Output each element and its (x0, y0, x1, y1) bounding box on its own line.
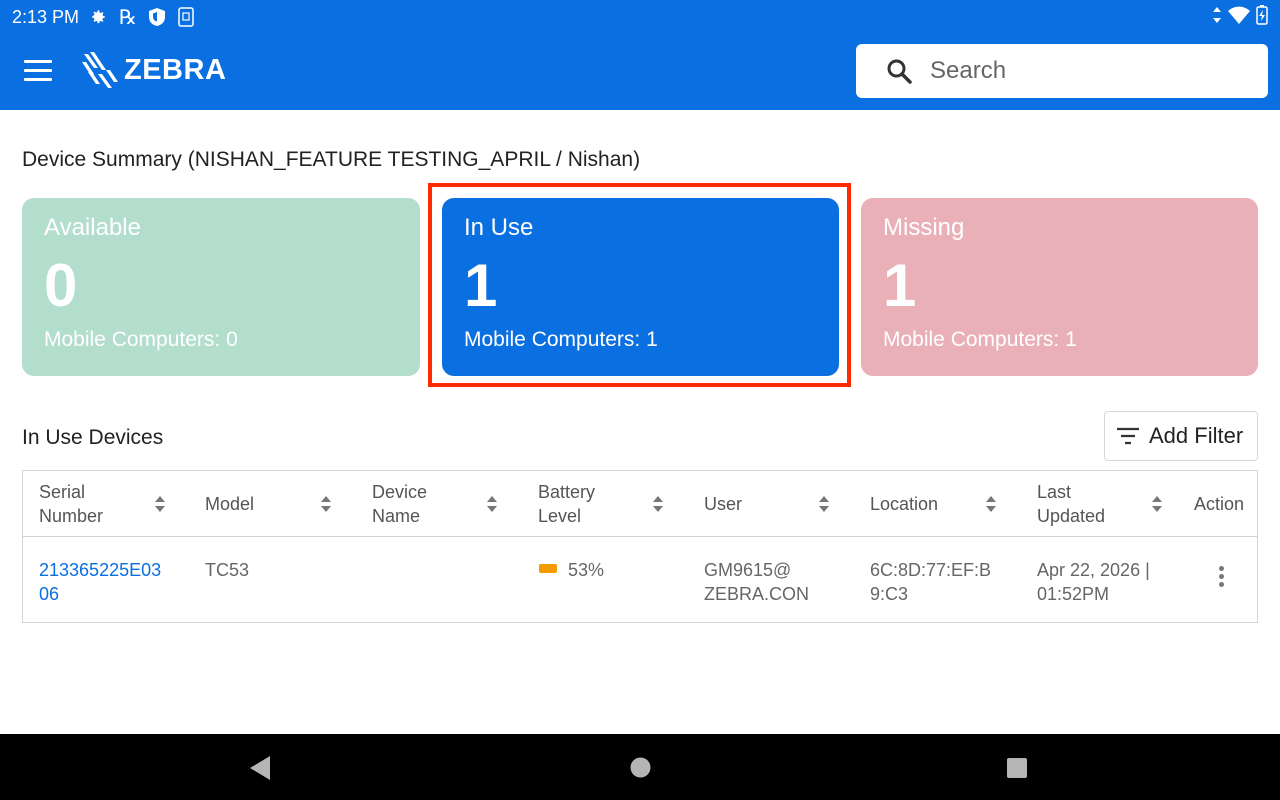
column-location[interactable]: Location (870, 471, 997, 537)
column-model[interactable]: Model (205, 471, 332, 537)
column-label: Updated (1037, 506, 1106, 526)
column-label: Device (372, 482, 428, 502)
card-missing[interactable]: Missing 1 Mobile Computers: 1 (861, 198, 1258, 376)
device-summary-title: Device Summary (NISHAN_FEATURE TESTING_A… (22, 148, 641, 171)
card-label: In Use (464, 214, 534, 241)
card-count: 0 (44, 252, 78, 319)
serial-number-link[interactable]: 213365225E03 06 (39, 558, 161, 606)
column-label: Name (372, 506, 421, 526)
home-icon[interactable] (630, 757, 651, 778)
user-cell: GM9615@ ZEBRA.CON (704, 558, 809, 606)
card-available[interactable]: Available 0 Mobile Computers: 0 (22, 198, 420, 376)
zebra-head-icon (82, 52, 118, 88)
serial-line: 06 (39, 584, 60, 604)
column-label: Serial (39, 482, 86, 502)
column-label: Level (538, 506, 582, 526)
sort-icon (487, 496, 497, 512)
sort-icon (653, 496, 663, 512)
settings-icon (89, 8, 107, 26)
app-bar: ZEBRA (0, 34, 1280, 110)
column-label: Location (870, 494, 939, 514)
add-filter-button[interactable]: Add Filter (1104, 411, 1258, 461)
card-label: Available (44, 214, 141, 241)
wifi-icon (1228, 6, 1250, 29)
updated-line: Apr 22, 2026 | (1037, 560, 1150, 580)
in-use-devices-title: In Use Devices (22, 426, 164, 449)
table-row: 213365225E03 06 TC53 53% GM9615@ ZEBRA.C… (23, 538, 1257, 623)
system-nav-bar (0, 734, 1280, 800)
search-icon (887, 59, 912, 84)
last-updated-cell: Apr 22, 2026 | 01:52PM (1037, 558, 1150, 606)
data-arrows-icon (1212, 6, 1222, 28)
sort-icon (986, 496, 996, 512)
back-icon[interactable] (250, 756, 272, 780)
column-battery-level[interactable]: Battery Level (538, 471, 664, 537)
sort-icon (321, 496, 331, 512)
rx-icon: ℞ (119, 6, 137, 29)
column-label: Last (1037, 482, 1072, 502)
model-cell: TC53 (205, 560, 250, 580)
serial-line: 213365225E03 (39, 560, 162, 580)
search-input[interactable] (930, 57, 1230, 85)
user-line: GM9615@ (704, 560, 792, 580)
card-label: Missing (883, 214, 965, 241)
status-bar: 2:13 PM ℞ (0, 0, 1280, 34)
card-sub: Mobile Computers: 1 (464, 328, 658, 351)
shield-icon (148, 8, 165, 26)
card-sub: Mobile Computers: 0 (44, 328, 238, 351)
card-count: 1 (464, 252, 498, 319)
card-count: 1 (883, 252, 917, 319)
column-label: Action (1194, 494, 1245, 514)
battery-cell: 53% (568, 560, 605, 580)
card-sub: Mobile Computers: 1 (883, 328, 1077, 351)
devices-table: Serial Number Model Device Name Battery Lev… (22, 470, 1258, 623)
column-label: Number (39, 506, 104, 526)
location-line: 9:C3 (870, 584, 909, 604)
sort-icon (819, 496, 829, 512)
column-user[interactable]: User (704, 471, 830, 537)
location-cell: 6C:8D:77:EF:B 9:C3 (870, 558, 991, 606)
updated-line: 01:52PM (1037, 584, 1110, 604)
menu-icon[interactable] (24, 60, 52, 82)
sort-icon (1152, 496, 1162, 512)
column-label: User (704, 494, 743, 514)
status-time: 2:13 PM (12, 6, 80, 27)
search-box[interactable] (856, 44, 1268, 98)
more-options-icon[interactable] (1219, 566, 1225, 592)
column-device-name[interactable]: Device Name (372, 471, 498, 537)
recents-icon[interactable] (1006, 757, 1028, 779)
column-last-updated[interactable]: Last Updated (1037, 471, 1163, 537)
sort-icon (155, 496, 165, 512)
column-serial-number[interactable]: Serial Number (39, 471, 166, 537)
zebra-logo: ZEBRA (80, 48, 226, 92)
battery-indicator-icon (539, 564, 557, 573)
column-action: Action (1194, 471, 1254, 537)
table-header: Serial Number Model Device Name Battery Lev… (23, 471, 1257, 537)
battery-charging-icon (1256, 4, 1268, 30)
screenshot-icon (177, 7, 195, 27)
filter-icon (1117, 427, 1139, 445)
add-filter-label: Add Filter (1149, 423, 1244, 448)
brand-name: ZEBRA (124, 53, 227, 86)
column-label: Battery (538, 482, 596, 502)
column-label: Model (205, 494, 255, 514)
location-line: 6C:8D:77:EF:B (870, 560, 992, 580)
user-line: ZEBRA.CON (704, 584, 810, 604)
card-in-use[interactable]: In Use 1 Mobile Computers: 1 (442, 198, 839, 376)
